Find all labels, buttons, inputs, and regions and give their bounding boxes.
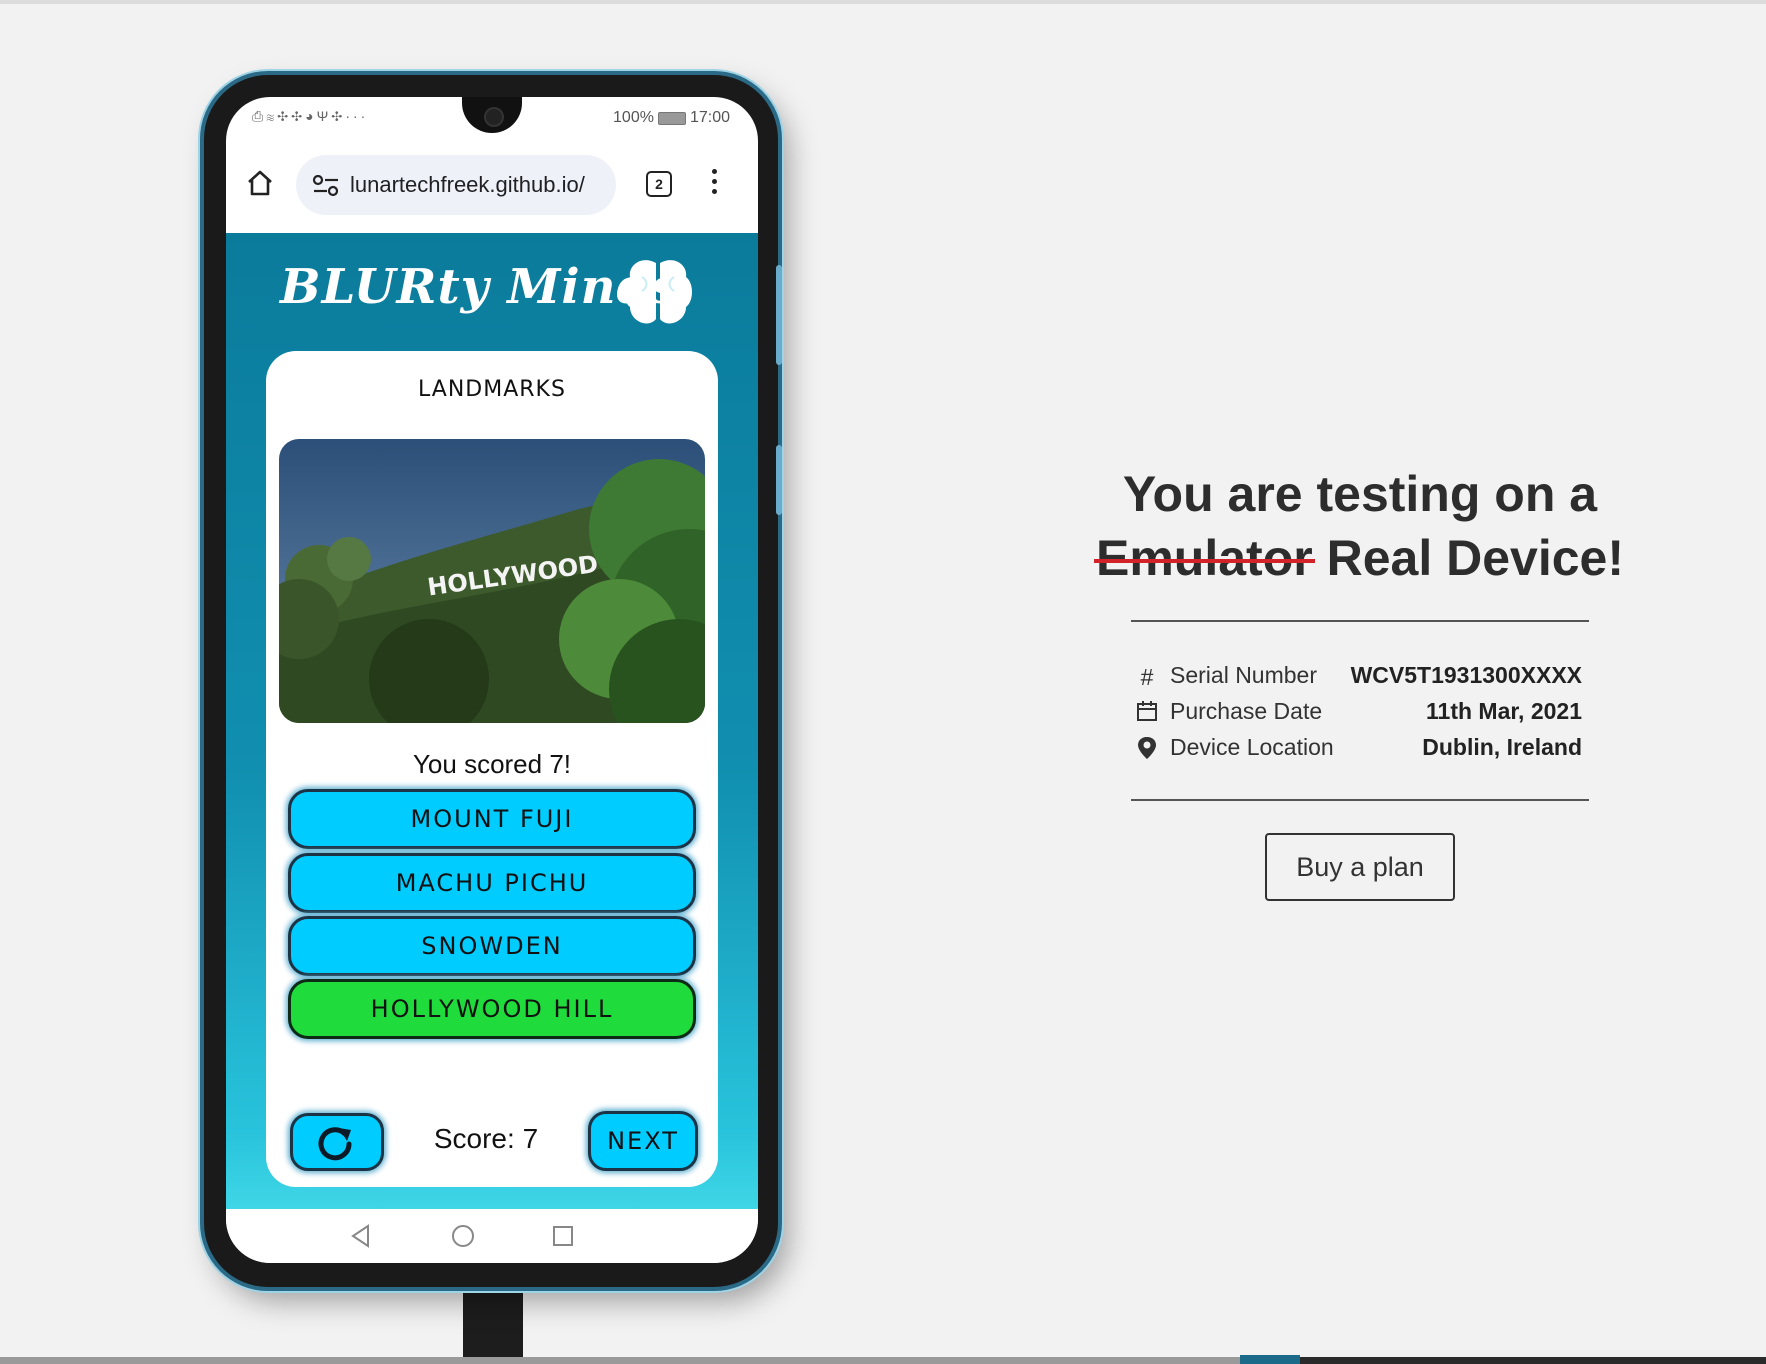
brain-icon: [624, 260, 692, 324]
phone-screen: ⎙≋✣✣◕Ψ✣··· 100% 17:00 lunartechfreek.git…: [226, 97, 758, 1263]
divider-top: [1131, 620, 1589, 622]
info-label: Serial Number: [1170, 662, 1317, 688]
home-icon[interactable]: [246, 169, 274, 197]
restart-icon: [318, 1127, 352, 1161]
browser-toolbar: lunartechfreek.github.io/ 2: [226, 141, 758, 233]
more-menu-icon[interactable]: [712, 169, 718, 199]
headline-rest: Real Device!: [1326, 530, 1624, 586]
result-text: You scored 7!: [412, 749, 572, 779]
category-title: LANDMARKS: [418, 377, 566, 402]
buy-plan-button[interactable]: Buy a plan: [1265, 833, 1455, 901]
headline-line2: Emulator Real Device!: [1090, 526, 1630, 590]
usb-cable: [463, 1283, 523, 1364]
headline: You are testing on a Emulator Real Devic…: [1090, 462, 1630, 590]
volume-button: [776, 265, 782, 365]
answer-button-3[interactable]: SNOWDEN: [288, 916, 696, 976]
camera-icon: [484, 107, 504, 127]
info-row-location: Device Location Dublin, Ireland: [1136, 732, 1582, 764]
android-nav-bar: [226, 1209, 758, 1263]
info-label: Device Location: [1170, 734, 1334, 760]
headline-line1: You are testing on a: [1122, 466, 1598, 522]
site-settings-icon[interactable]: [312, 175, 340, 197]
info-row-serial: # Serial Number WCV5T1931300XXXX: [1136, 660, 1582, 692]
bottom-thumbnail: [1240, 1355, 1300, 1364]
calendar-icon: [1137, 701, 1157, 721]
phone-device: ⎙≋✣✣◕Ψ✣··· 100% 17:00 lunartechfreek.git…: [204, 75, 782, 1287]
status-icons: ⎙≋✣✣◕Ψ✣···: [252, 108, 369, 124]
address-bar[interactable]: lunartechfreek.github.io/: [296, 155, 616, 215]
divider-bottom: [1131, 799, 1589, 801]
recents-nav-icon[interactable]: [550, 1223, 576, 1249]
info-row-purchase: Purchase Date 11th Mar, 2021: [1136, 696, 1582, 728]
score-text: Score: 7: [433, 1123, 539, 1154]
answer-button-2[interactable]: MACHU PICHU: [288, 853, 696, 913]
power-button: [776, 445, 782, 515]
top-divider: [0, 0, 1766, 4]
question-image: HOLLYWOOD: [279, 439, 705, 723]
battery-percent: 100%: [613, 109, 654, 126]
restart-button[interactable]: [290, 1113, 384, 1171]
home-nav-icon[interactable]: [450, 1223, 476, 1249]
tab-switcher-button[interactable]: 2: [646, 171, 672, 197]
info-label: Purchase Date: [1170, 698, 1323, 724]
answer-button-1[interactable]: MOUNT FUJI: [288, 789, 696, 849]
battery-icon: [657, 111, 686, 125]
answer-button-4-correct[interactable]: HOLLYWOOD HILL: [288, 979, 696, 1039]
info-value: Dublin, Ireland: [1422, 734, 1582, 760]
url-text: lunartechfreek.github.io/: [350, 172, 585, 197]
clock: 17:00: [689, 109, 730, 126]
app-title: BLURty Minds: [280, 259, 680, 315]
bottom-strip-dark: [1240, 1357, 1766, 1364]
status-right: 100% 17:00: [613, 109, 730, 127]
quiz-app: BLURty Minds LANDMARKS HOLLYWOOD You sco…: [226, 233, 758, 1209]
info-value: 11th Mar, 2021: [1426, 698, 1582, 724]
location-pin-icon: [1138, 737, 1156, 759]
hash-icon: #: [1140, 664, 1154, 690]
info-value: WCV5T1931300XXXX: [1350, 662, 1582, 688]
next-button[interactable]: NEXT: [588, 1111, 698, 1171]
question-card: LANDMARKS HOLLYWOOD You scored 7! MOUNT …: [266, 351, 718, 1187]
struck-word: Emulator: [1094, 526, 1315, 590]
back-nav-icon[interactable]: [348, 1223, 374, 1249]
